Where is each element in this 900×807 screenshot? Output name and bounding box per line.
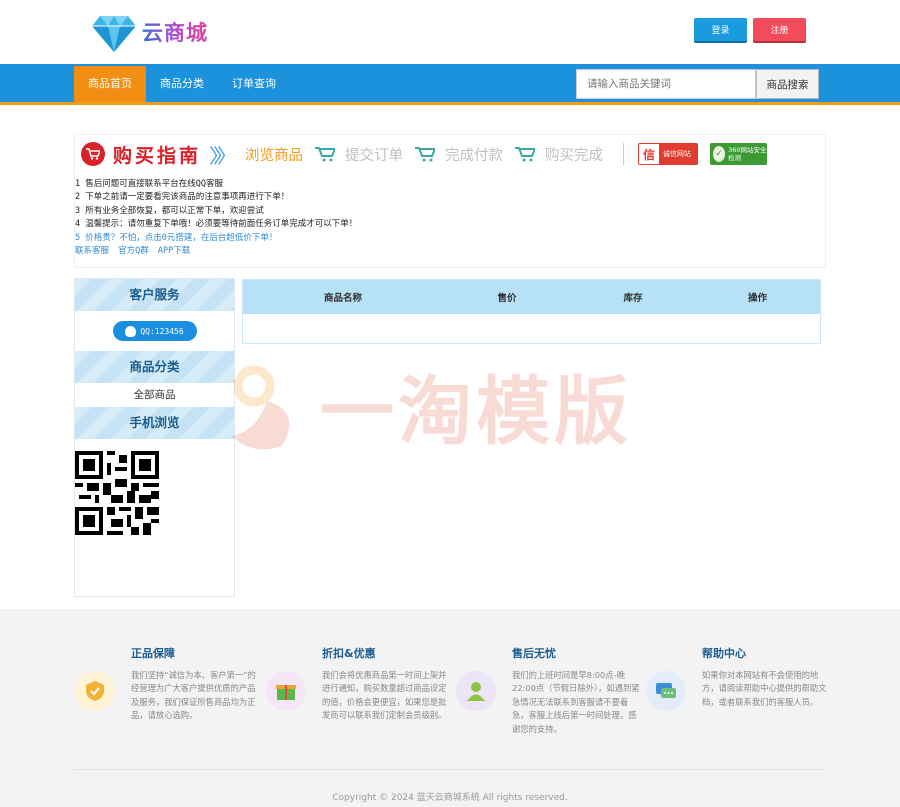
footer-text: 如果你对本网站有不会使用的地方，请阅读帮助中心提供的帮助文档，或者联系我们的客服… <box>702 670 827 707</box>
purchase-guide: 购买指南 〉〉〉 浏览商品 提交订单 完成付款 购买完成 信 诚信网站 ✓ 36… <box>74 134 826 268</box>
footer-title: 正品保障 <box>131 647 175 660</box>
login-button[interactable]: 登录 <box>694 18 747 41</box>
note-line: 4 温馨提示：请勿重复下单哦！必须要等待前面任务订单完成才可以下单！ <box>75 219 358 230</box>
footer-divider <box>74 769 826 770</box>
cart-icon <box>81 142 105 166</box>
security-check-icon: ✓ <box>713 146 726 162</box>
trust-badge-360[interactable]: ✓ 360网站安全检测 <box>710 143 768 165</box>
trust-badge-360-label: 360网站安全检测 <box>728 146 767 162</box>
qq-group-link[interactable]: 官方Q群 <box>118 246 149 256</box>
nav-item-home[interactable]: 商品首页 <box>74 66 146 102</box>
chat-icon <box>646 671 686 711</box>
user-icon <box>456 671 496 711</box>
step-submit: 提交订单 <box>345 147 404 164</box>
step-browse: 浏览商品 <box>245 147 304 164</box>
note-line: 1 售后问题可直接联系平台在线QQ客服 <box>75 179 223 189</box>
main-nav: 商品首页 商品分类 订单查询 商品搜索 <box>0 64 900 105</box>
guide-links: 联系客服 官方Q群 APP下载 <box>75 245 357 258</box>
sidebar-item-all-goods[interactable]: 全部商品 <box>75 383 234 407</box>
qq-penguin-icon <box>125 325 137 337</box>
trust-badge-credit-label: 诚信网站 <box>663 150 692 158</box>
product-table: 商品名称 售价 库存 操作 <box>242 279 821 344</box>
guide-notes: 1 售后问题可直接联系平台在线QQ客服 2 下单之前请一定要看完该商品的注意事项… <box>75 178 357 258</box>
footer-text: 我们坚持“诚信为本、客户第一”的经营理为广大客户提供优质的产品及服务，我们保证所… <box>131 670 256 721</box>
footer-title: 折扣&优惠 <box>322 647 376 660</box>
footer-text: 我们会将优惠商品第一时间上架并进行通知，购买数量超过商品设定的值，价格会更便宜，… <box>322 670 447 721</box>
column-header-action: 操作 <box>747 293 767 304</box>
chevron-right-icon: 〉〉〉 <box>209 143 237 168</box>
column-header-stock: 库存 <box>623 293 643 304</box>
site-header: 云商城 登录 注册 <box>0 0 900 64</box>
watermark-logo-icon <box>232 365 290 449</box>
step-complete: 购买完成 <box>545 147 604 164</box>
watermark-text: 一淘模版 <box>320 369 632 455</box>
shield-icon <box>75 671 115 711</box>
service-heading: 客户服务 <box>75 279 234 311</box>
search-bar: 商品搜索 <box>576 69 819 99</box>
guide-title: 购买指南 <box>113 144 202 167</box>
auth-buttons: 登录 注册 <box>694 18 806 41</box>
cart-icon <box>515 147 536 162</box>
watermark: 一淘模版 <box>212 352 632 459</box>
diamond-icon <box>92 16 136 52</box>
contact-service-link[interactable]: 联系客服 <box>75 246 109 256</box>
step-pay: 完成付款 <box>445 147 504 164</box>
footer-title: 售后无忧 <box>512 647 556 660</box>
search-input[interactable] <box>576 69 756 99</box>
site-logo[interactable]: 云商城 <box>92 12 208 52</box>
footer-title: 帮助中心 <box>702 647 746 660</box>
search-button[interactable]: 商品搜索 <box>756 69 819 99</box>
qr-code-icon <box>75 451 159 535</box>
footer-text: 我们的上班时间是早8:00点-晚22:00点（节假日除外），如遇到紧急情况无法联… <box>512 670 640 734</box>
register-button[interactable]: 注册 <box>753 18 806 41</box>
cart-icon <box>315 147 336 162</box>
nav-item-category[interactable]: 商品分类 <box>146 66 218 102</box>
note-line-promo[interactable]: 5 价格贵？不怕，点击0元搭建，在后台超低价下单！ <box>75 232 357 245</box>
copyright: Copyright © 2024 蓝天云商城系统 All rights rese… <box>332 793 568 803</box>
cart-icon <box>415 147 436 162</box>
divider <box>623 143 625 165</box>
table-header: 商品名称 售价 库存 操作 <box>243 280 820 314</box>
sidebar: 客户服务 QQ:123456 商品分类 全部商品 手机浏览 <box>74 278 235 597</box>
credit-icon: 信 <box>639 144 660 164</box>
note-line: 3 所有业务全部恢复，都可以正常下单，欢迎尝试 <box>75 205 264 216</box>
nav-item-orders[interactable]: 订单查询 <box>218 66 290 102</box>
column-header-price: 售价 <box>497 293 517 304</box>
qq-contact-button[interactable]: QQ:123456 <box>112 321 197 341</box>
column-header-name: 商品名称 <box>323 293 362 304</box>
note-line: 2 下单之前请一定要看完该商品的注意事项再进行下单！ <box>75 192 290 203</box>
mobile-heading: 手机浏览 <box>75 407 234 439</box>
trust-badge-credit[interactable]: 信 诚信网站 <box>638 143 699 165</box>
app-download-link[interactable]: APP下载 <box>158 246 190 256</box>
guide-steps-bar: 购买指南 〉〉〉 浏览商品 提交订单 完成付款 购买完成 信 诚信网站 ✓ 36… <box>75 138 825 170</box>
gift-icon <box>266 671 306 711</box>
category-heading: 商品分类 <box>75 351 234 383</box>
brand-name: 云商城 <box>142 17 208 47</box>
qq-contact-label: QQ:123456 <box>140 326 184 336</box>
site-footer: 正品保障 我们坚持“诚信为本、客户第一”的经营理为广大客户提供优质的产品及服务，… <box>0 609 900 807</box>
